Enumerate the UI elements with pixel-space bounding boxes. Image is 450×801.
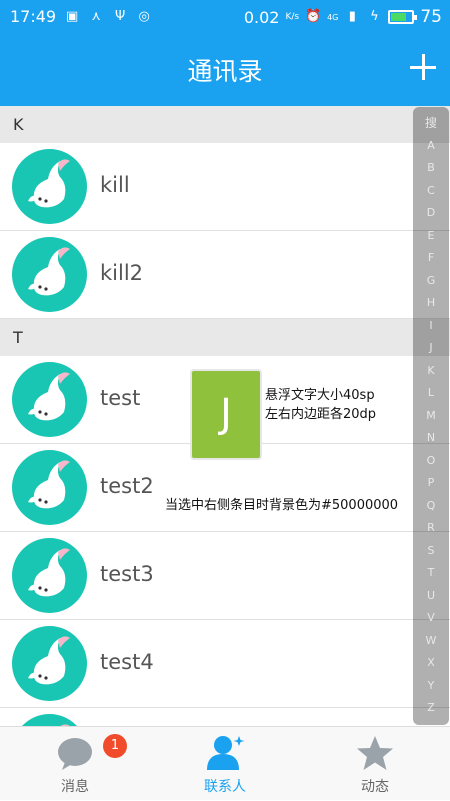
avatar <box>12 450 87 525</box>
contacts-icon <box>207 736 245 770</box>
index-letter-v[interactable]: V <box>413 607 449 630</box>
fish-avatar-icon <box>28 372 70 421</box>
index-letter-l[interactable]: L <box>413 382 449 405</box>
image-icon: ▣ <box>65 8 79 24</box>
contact-name: test3 <box>100 562 154 586</box>
app-header: 通讯录 <box>0 34 450 106</box>
avatar <box>12 538 87 613</box>
battery-icon <box>388 10 418 24</box>
usb-icon: Ψ <box>114 8 126 24</box>
contact-name: kill <box>100 173 130 197</box>
nav-label: 联系人 <box>204 779 246 795</box>
float-annotation-1: 悬浮文字大小40sp <box>265 388 375 403</box>
nav-contacts[interactable]: 联系人 <box>150 727 300 801</box>
star-icon <box>357 736 393 770</box>
signal-icon: ▮ <box>348 9 356 24</box>
index-letter-u[interactable]: U <box>413 585 449 608</box>
avatar <box>12 237 87 312</box>
index-letter-s[interactable]: S <box>413 540 449 563</box>
contact-row[interactable]: test3 <box>0 532 450 620</box>
page-title: 通讯录 <box>187 57 263 86</box>
index-letter-q[interactable]: Q <box>413 495 449 518</box>
nav-messages[interactable]: 1 消息 <box>0 727 150 801</box>
index-letter-k[interactable]: K <box>413 360 449 383</box>
index-letter-n[interactable]: N <box>413 427 449 450</box>
index-letter-o[interactable]: O <box>413 450 449 473</box>
signal-label: 4G <box>327 12 339 22</box>
avatar <box>12 714 87 726</box>
section-header-t: T <box>0 319 450 356</box>
fish-avatar-icon <box>28 548 70 597</box>
nav-label: 动态 <box>361 779 389 795</box>
unread-badge: 1 <box>103 734 127 758</box>
share-icon: ⋏ <box>91 8 101 24</box>
status-bar: 17:49 ▣ ⋏ Ψ ◎ 0.02 K/s ⏰ 4G ▮ ϟ 75 <box>0 0 450 34</box>
index-letter-x[interactable]: X <box>413 652 449 675</box>
section-header-k: K <box>0 106 450 143</box>
index-search-item[interactable]: 搜 <box>413 112 449 135</box>
index-letter-e[interactable]: E <box>413 225 449 248</box>
status-time: 17:49 <box>10 7 57 26</box>
contact-name: kill2 <box>100 261 144 285</box>
index-letter-g[interactable]: G <box>413 270 449 293</box>
plus-icon[interactable] <box>408 52 438 82</box>
float-annotation-2: 左右内边距各20dp <box>265 407 377 422</box>
index-letter-d[interactable]: D <box>413 202 449 225</box>
nav-label: 消息 <box>61 779 89 795</box>
index-letter-c[interactable]: C <box>413 180 449 203</box>
contact-name: test4 <box>100 650 154 674</box>
fish-avatar-icon <box>60 724 70 726</box>
contact-row[interactable]: kill2 <box>0 231 450 319</box>
index-letter-r[interactable]: R <box>413 517 449 540</box>
bottom-nav: 1 消息 联系人 动态 <box>0 726 450 800</box>
avatar <box>12 626 87 701</box>
radar-icon: ◎ <box>138 8 150 24</box>
contact-row[interactable]: kill <box>0 143 450 231</box>
index-letter-p[interactable]: P <box>413 472 449 495</box>
index-letter-a[interactable]: A <box>413 135 449 158</box>
contact-row-partial[interactable] <box>0 708 450 726</box>
index-letter-i[interactable]: I <box>413 315 449 338</box>
battery-percent: 75 <box>420 7 442 27</box>
avatar <box>12 362 87 437</box>
net-unit: K/s <box>285 12 300 22</box>
contact-name: test2 <box>100 474 154 498</box>
index-letter-m[interactable]: M <box>413 405 449 428</box>
contact-name: test <box>100 386 141 410</box>
index-annotation: 当选中右侧条目时背景色为#50000000 <box>165 498 399 513</box>
index-letter-h[interactable]: H <box>413 292 449 315</box>
net-speed: 0.02 <box>243 7 280 27</box>
index-letter-z[interactable]: Z <box>413 697 449 720</box>
fish-avatar-icon <box>28 159 70 208</box>
charging-icon: ϟ <box>370 9 379 24</box>
avatar <box>12 149 87 224</box>
index-letter-j[interactable]: J <box>413 337 449 360</box>
letter-index-bar[interactable]: 搜ABCDEFGHIJKLMNOPQRSTUVWXYZ <box>413 107 449 725</box>
floating-letter: J <box>190 369 262 460</box>
alarm-icon: ⏰ <box>305 9 322 24</box>
index-letter-t[interactable]: T <box>413 562 449 585</box>
fish-avatar-icon <box>28 247 70 296</box>
index-letter-f[interactable]: F <box>413 247 449 270</box>
nav-feed[interactable]: 动态 <box>300 727 450 801</box>
fish-avatar-icon <box>28 460 70 509</box>
index-letter-y[interactable]: Y <box>413 675 449 698</box>
index-letter-w[interactable]: W <box>413 630 449 653</box>
fish-avatar-icon <box>28 636 70 685</box>
contact-row[interactable]: test4 <box>0 620 450 708</box>
chat-bubble-icon <box>58 738 92 770</box>
index-letter-b[interactable]: B <box>413 157 449 180</box>
